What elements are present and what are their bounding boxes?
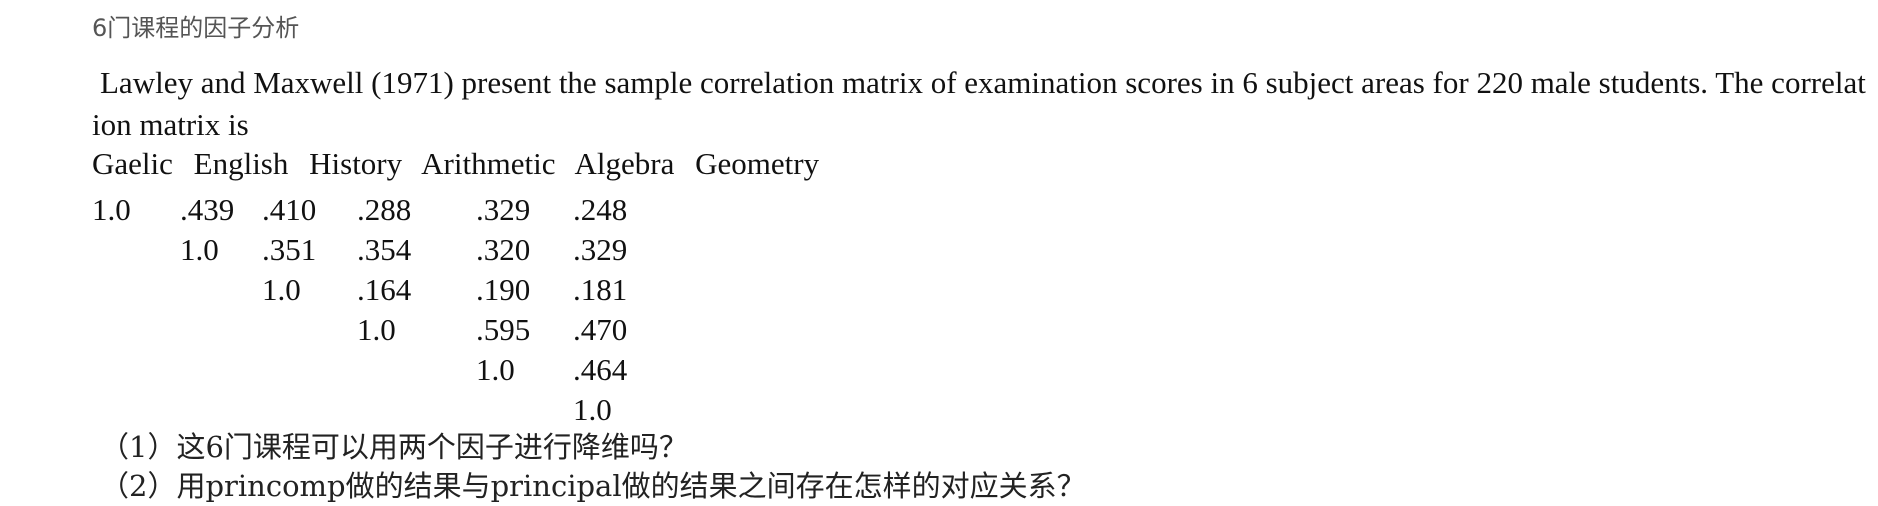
header-arithmetic: Arithmetic — [421, 146, 556, 181]
intro-text: Lawley and Maxwell (1971) present the sa… — [92, 65, 1866, 142]
matrix-cell: .595 — [476, 312, 531, 347]
matrix-cell: .354 — [357, 232, 412, 267]
matrix-cell: 1.0 — [262, 272, 301, 307]
matrix-cell: .329 — [573, 232, 628, 267]
header-english: English — [193, 146, 289, 181]
matrix-cell: .164 — [357, 272, 412, 307]
matrix-header-row: Gaelic English History Arithmetic Algebr… — [92, 146, 832, 186]
matrix-cell: .410 — [262, 192, 317, 227]
header-gaelic: Gaelic — [92, 146, 173, 181]
matrix-cell: 1.0 — [180, 232, 219, 267]
matrix-cell: .320 — [476, 232, 531, 267]
matrix-cell: .439 — [180, 192, 235, 227]
matrix-cell: .248 — [573, 192, 628, 227]
header-algebra: Algebra — [574, 146, 675, 181]
matrix-cell: .351 — [262, 232, 317, 267]
matrix-cell: .470 — [573, 312, 628, 347]
page-title: 6门课程的因子分析 — [92, 14, 300, 42]
matrix-cell: .181 — [573, 272, 628, 307]
problem-description: Lawley and Maxwell (1971) present the sa… — [92, 62, 1870, 146]
matrix-cell: 1.0 — [357, 312, 396, 347]
matrix-cell: .464 — [573, 352, 628, 387]
question-2: （2）用princomp做的结果与principal做的结果之间存在怎样的对应关… — [100, 469, 1086, 503]
header-history: History — [309, 146, 403, 181]
matrix-cell: .329 — [476, 192, 531, 227]
matrix-cell: 1.0 — [92, 192, 131, 227]
question-1: （1）这6门课程可以用两个因子进行降维吗？ — [100, 430, 688, 464]
matrix-cell: .288 — [357, 192, 412, 227]
matrix-cell: .190 — [476, 272, 531, 307]
matrix-cell: 1.0 — [476, 352, 515, 387]
header-geometry: Geometry — [695, 146, 820, 181]
